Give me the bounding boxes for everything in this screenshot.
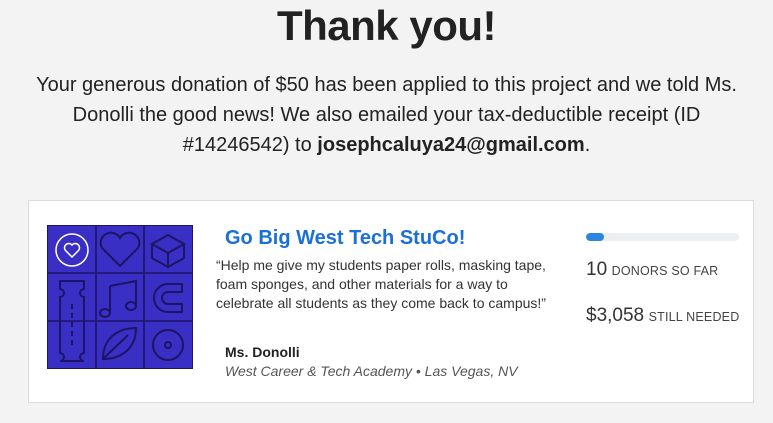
page-title: Thank you! [276,2,497,49]
heart-icon [99,231,141,268]
funding-progress-bar [586,233,739,241]
confirmation-message: Your generous donation of $50 has been a… [30,70,743,160]
donors-stat: 10 DONORS SO FAR [586,259,718,281]
funding-progress-fill [586,233,605,241]
box-icon [149,233,187,269]
heart-badge-icon [55,233,89,267]
donors-label: DONORS SO FAR [611,264,719,278]
project-artwork[interactable] [47,225,193,369]
project-title-link[interactable]: Go Big West Tech StuCo! [225,227,465,250]
message-end: . [584,134,591,156]
needed-label: STILL NEEDED [648,310,740,324]
record-icon [152,329,184,361]
needed-amount: $3,058 [586,305,645,326]
music-note-icon [99,279,137,318]
leaf-icon [101,326,138,361]
school-location: West Career & Tech Academy • Las Vegas, … [225,363,518,379]
donor-email: josephcaluya24@gmail.com [317,134,585,156]
needed-stat: $3,058 STILL NEEDED [586,305,739,327]
project-card[interactable]: Go Big West Tech StuCo! “Help me give my… [28,200,754,403]
project-quote: “Help me give my students paper rolls, m… [216,257,546,311]
teacher-name[interactable]: Ms. Donolli [225,344,300,360]
donors-count: 10 [586,259,608,280]
magnet-icon [153,283,183,313]
